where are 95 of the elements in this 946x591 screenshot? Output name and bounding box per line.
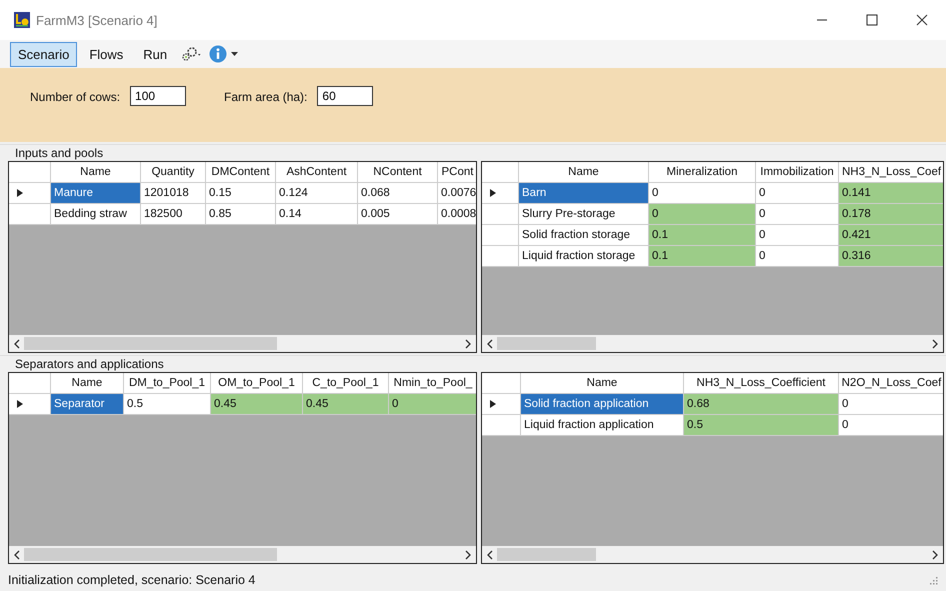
table-cell: 0: [756, 183, 839, 204]
chevron-left-icon[interactable]: [14, 550, 20, 560]
column-header[interactable]: DMContent: [206, 162, 276, 183]
table-cell: 0.0076: [438, 183, 476, 204]
column-header[interactable]: Name: [521, 373, 684, 394]
field-label: Farm area (ha):: [224, 90, 308, 104]
row-header[interactable]: [482, 394, 521, 415]
table-cell: 0: [649, 183, 756, 204]
field-label: Number of cows:: [30, 90, 120, 104]
scroll-thumb[interactable]: [24, 337, 278, 350]
column-header[interactable]: Name: [51, 373, 124, 394]
table-cell: Slurry Pre-storage: [519, 204, 649, 225]
table-cell: 0.005: [358, 204, 438, 225]
app-icon: [14, 12, 30, 28]
current-row-icon: [490, 189, 496, 197]
row-header[interactable]: [482, 183, 519, 204]
menu-item[interactable]: Run: [135, 42, 176, 66]
chevron-left-icon[interactable]: [487, 550, 493, 560]
caret-icon[interactable]: [231, 52, 240, 56]
window-title: FarmM3 [Scenario 4]: [36, 12, 158, 28]
current-row-icon: [17, 189, 23, 197]
table-cell: 0.141: [839, 183, 943, 204]
horizontal-scrollbar[interactable]: [9, 335, 476, 352]
table-cell: Solid fraction application: [521, 394, 684, 415]
column-header[interactable]: Immobilization: [756, 162, 839, 183]
table-cell: 0.5: [124, 394, 211, 415]
chevron-right-icon[interactable]: [465, 550, 471, 560]
table-cell: 0: [839, 415, 943, 436]
table-cell: 0.068: [358, 183, 438, 204]
chevron-right-icon[interactable]: [932, 550, 938, 560]
column-header[interactable]: Nmin_to_Pool_: [389, 373, 476, 394]
table-cell: 0.124: [276, 183, 358, 204]
chevron-left-icon[interactable]: [14, 338, 20, 348]
column-header[interactable]: N2O_N_Loss_Coef: [839, 373, 943, 394]
size-grip-icon[interactable]: [928, 575, 938, 585]
column-header[interactable]: NH3_N_Loss_Coefficient: [684, 373, 839, 394]
column-header[interactable]: PCont: [438, 162, 476, 183]
table-cell: 0.1: [649, 246, 756, 267]
scroll-thumb[interactable]: [24, 548, 278, 561]
table-cell: 0.0008: [438, 204, 476, 225]
input-field[interactable]: 100: [130, 86, 186, 106]
column-header[interactable]: AshContent: [276, 162, 358, 183]
close-icon[interactable]: [916, 14, 928, 26]
table-cell: 0: [756, 225, 839, 246]
table-cell: 0.421: [839, 225, 943, 246]
column-header[interactable]: NH3_N_Loss_Coef: [839, 162, 943, 183]
table-cell: 0: [756, 246, 839, 267]
table-cell: 0.178: [839, 204, 943, 225]
row-header[interactable]: [9, 183, 51, 204]
horizontal-scrollbar[interactable]: [482, 335, 943, 352]
menu-item[interactable]: Scenario: [10, 42, 78, 66]
table-cell: Separator: [51, 394, 124, 415]
maximize-icon[interactable]: [866, 14, 878, 26]
table-cell: Solid fraction storage: [519, 225, 649, 246]
current-row-icon: [490, 400, 496, 408]
menu-item[interactable]: Flows: [81, 42, 132, 66]
column-header[interactable]: Name: [51, 162, 141, 183]
column-header[interactable]: OM_to_Pool_1: [211, 373, 303, 394]
table-cell: Manure: [51, 183, 141, 204]
table-cell: Barn: [519, 183, 649, 204]
table-cell: 0: [389, 394, 476, 415]
table-cell: 0.14: [276, 204, 358, 225]
table-cell: 182500: [141, 204, 206, 225]
table-cell: 1201018: [141, 183, 206, 204]
scroll-thumb[interactable]: [497, 548, 596, 561]
table-cell: 0: [756, 204, 839, 225]
table-cell: 0.45: [211, 394, 303, 415]
row-header[interactable]: [9, 394, 51, 415]
chevron-left-icon[interactable]: [487, 338, 493, 348]
column-header[interactable]: Name: [519, 162, 649, 183]
table-cell: 0.1: [649, 225, 756, 246]
chevron-right-icon[interactable]: [932, 338, 938, 348]
column-header[interactable]: DM_to_Pool_1: [124, 373, 211, 394]
current-row-icon: [17, 400, 23, 408]
table-cell: 0: [839, 394, 943, 415]
table-cell: Bedding straw: [51, 204, 141, 225]
table-cell: 0.85: [206, 204, 276, 225]
column-header[interactable]: Mineralization: [649, 162, 756, 183]
column-header[interactable]: C_to_Pool_1: [303, 373, 389, 394]
table-cell: 0.316: [839, 246, 943, 267]
chevron-right-icon[interactable]: [465, 338, 471, 348]
horizontal-scrollbar[interactable]: [9, 546, 476, 563]
table-cell: Liquid fraction application: [521, 415, 684, 436]
table-cell: 0.45: [303, 394, 389, 415]
table-cell: 0: [649, 204, 756, 225]
status-text: Initialization completed, scenario: Scenario 4: [8, 573, 256, 587]
table-cell: 0.5: [684, 415, 839, 436]
table-cell: 0.15: [206, 183, 276, 204]
horizontal-scrollbar[interactable]: [482, 546, 943, 563]
input-field[interactable]: 60: [317, 86, 374, 106]
table-cell: Liquid fraction storage: [519, 246, 649, 267]
column-header[interactable]: Quantity: [141, 162, 206, 183]
scroll-thumb[interactable]: [497, 337, 596, 350]
table-cell: 0.68: [684, 394, 839, 415]
column-header[interactable]: NContent: [358, 162, 438, 183]
